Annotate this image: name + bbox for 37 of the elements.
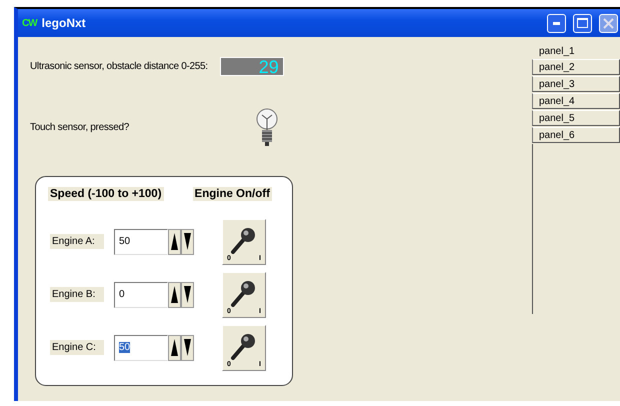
app-logo-text: CW <box>22 18 37 28</box>
increment-button[interactable] <box>168 282 181 308</box>
up-arrow-icon <box>171 233 178 250</box>
window-title: legoNxt <box>42 16 87 30</box>
speed-input[interactable]: 50 <box>114 334 168 360</box>
maximize-icon <box>577 18 588 28</box>
speed-input[interactable]: 0 <box>114 282 168 308</box>
decrement-button[interactable] <box>181 282 194 308</box>
minimize-button[interactable] <box>547 14 566 32</box>
speed-heading: Speed (-100 to +100) <box>48 187 164 201</box>
increment-button[interactable] <box>168 228 181 254</box>
up-arrow-icon <box>171 339 178 356</box>
speed-input[interactable]: 50 <box>114 228 168 254</box>
decrement-button[interactable] <box>181 334 194 360</box>
panel-tab[interactable]: panel_1 <box>532 43 620 59</box>
down-arrow-icon <box>184 286 191 303</box>
panel-tab[interactable]: panel_5 <box>532 110 620 126</box>
down-arrow-icon <box>184 233 191 250</box>
panel-tab[interactable]: panel_6 <box>532 127 620 143</box>
close-button[interactable] <box>599 14 618 32</box>
distance-display: 29 <box>220 57 284 76</box>
increment-button[interactable] <box>168 334 181 360</box>
switch-heading: Engine On/off <box>192 187 272 201</box>
ultrasonic-label: Ultrasonic sensor, obstacle distance 0-255: <box>30 61 208 72</box>
up-arrow-icon <box>171 286 178 303</box>
engine-label: Engine A: <box>50 234 104 249</box>
engine-label: Engine C: <box>50 340 104 355</box>
down-arrow-icon <box>184 339 191 356</box>
engine-label: Engine B: <box>50 287 104 302</box>
panel-tab[interactable]: panel_3 <box>532 76 620 92</box>
decrement-button[interactable] <box>181 228 194 254</box>
minimize-icon <box>553 22 560 24</box>
maximize-button[interactable] <box>573 14 592 32</box>
touch-label: Touch sensor, pressed? <box>30 122 130 132</box>
panel-tab[interactable]: panel_4 <box>532 93 620 109</box>
close-icon <box>603 18 614 28</box>
panel-tab[interactable]: panel_2 <box>532 59 620 75</box>
